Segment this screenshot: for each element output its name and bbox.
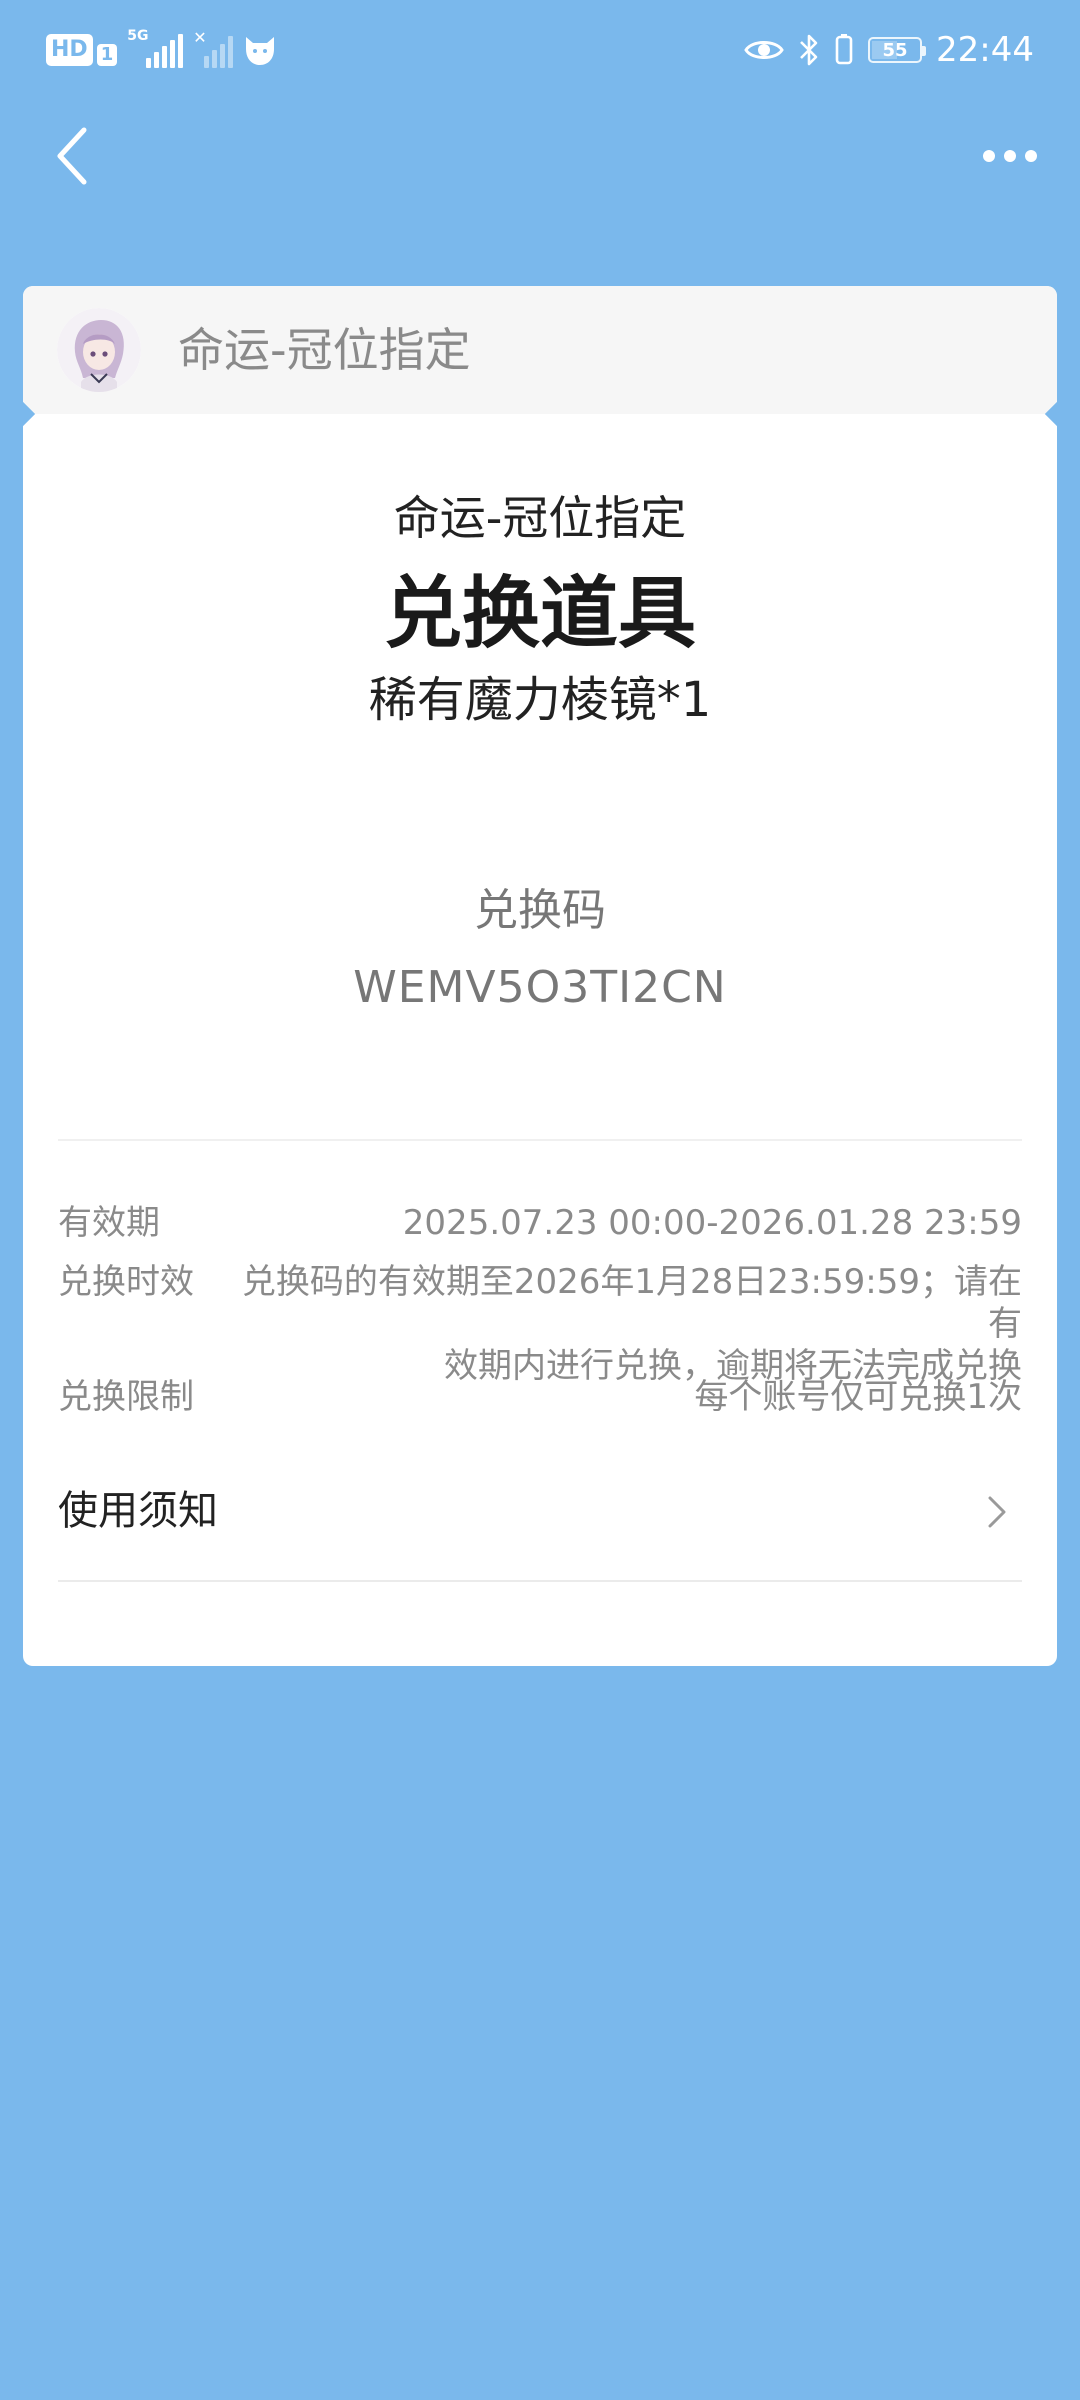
timeliness-line-1: 兑换码的有效期至2026年1月28日23:59:59；请在有 [241,1262,1022,1344]
validity-row: 有效期 2025.07.23 00:00-2026.01.28 23:59 [58,1202,1022,1246]
network-type-label: 5G [127,28,149,44]
limit-value: 每个账号仅可兑换1次 [694,1377,1022,1417]
cat-icon [243,33,277,67]
signal-icon: 5G [127,28,184,68]
divider [58,1139,1022,1141]
vibrate-icon [834,33,854,67]
redeem-code-label: 兑换码 [474,885,606,936]
hd-sim-number: 1 [96,44,118,66]
validity-value: 2025.07.23 00:00-2026.01.28 23:59 [402,1203,1022,1243]
divider [58,1580,1022,1582]
redeem-card: 命运-冠位指定 命运-冠位指定 兑换道具 稀有魔力棱镜*1 兑换码 WEMV5O… [23,286,1057,1666]
back-button[interactable] [40,112,104,200]
status-bar: HD 1 5G ✕ 55 22:44 [0,0,1080,100]
no-signal-icon: ✕ [193,28,234,68]
limit-label: 兑换限制 [58,1377,194,1417]
avatar-image [57,308,141,392]
chevron-right-icon [988,1496,1006,1528]
more-dots-icon [983,150,1037,162]
status-left-group: HD 1 5G ✕ [46,28,277,72]
card-header-title: 命运-冠位指定 [178,323,471,377]
timeliness-label: 兑换时效 [58,1262,194,1302]
bluetooth-icon [798,33,820,67]
eye-icon [744,36,784,64]
validity-label: 有效期 [58,1203,160,1243]
game-name: 命运-冠位指定 [393,491,687,545]
usage-notice-label: 使用须知 [58,1488,218,1534]
timeliness-row: 兑换时效 兑换码的有效期至2026年1月28日23:59:59；请在有 效期内进… [58,1261,1022,1386]
hd-icon: HD 1 [46,34,118,66]
usage-notice-row[interactable]: 使用须知 [58,1466,1022,1562]
game-avatar [57,308,141,392]
battery-icon: 55 [868,37,927,63]
status-right-group: 55 22:44 [744,28,1034,72]
hd-label: HD [46,34,93,66]
item-name: 稀有魔力棱镜*1 [368,672,712,728]
card-header: 命运-冠位指定 [23,286,1057,414]
battery-level: 55 [882,39,908,61]
limit-row: 兑换限制 每个账号仅可兑换1次 [58,1376,1022,1420]
more-button[interactable] [970,124,1050,188]
redeem-type-title: 兑换道具 [383,569,696,659]
redeem-code-value[interactable]: WEMV5O3TI2CN [23,960,1057,1016]
chevron-left-icon [57,127,87,185]
clock: 22:44 [936,30,1034,70]
timeliness-value: 兑换码的有效期至2026年1月28日23:59:59；请在有 效期内进行兑换，逾… [232,1261,1022,1387]
